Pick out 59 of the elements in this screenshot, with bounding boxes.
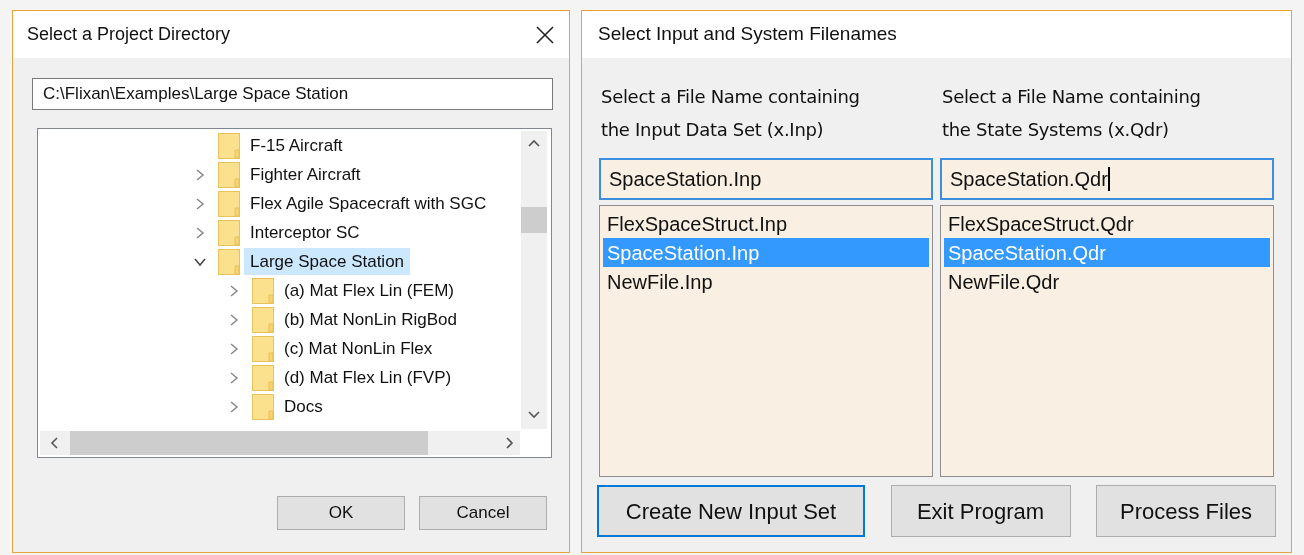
chevron-right-icon[interactable] [229, 370, 239, 385]
tree-item[interactable]: Interceptor SC [244, 219, 366, 246]
horizontal-scrollbar[interactable] [40, 431, 520, 455]
folder-icon [252, 364, 274, 391]
column-heading: Select a File Name containing the State Systems (x.Qdr) [941, 85, 1202, 142]
file-name-field[interactable]: SpaceStation.Inp [599, 158, 933, 200]
tree-item[interactable]: (d) Mat Flex Lin (FVP) [278, 364, 458, 391]
file-list[interactable]: FlexSpaceStruct.Inp SpaceStation.Inp NewFile.Inp [599, 205, 933, 477]
folder-icon [218, 219, 240, 246]
scrollbar-thumb[interactable] [521, 207, 547, 233]
action-button[interactable]: Create New Input Set [597, 485, 865, 537]
tree-item[interactable]: (b) Mat NonLin RigBod [278, 306, 463, 333]
path-field[interactable]: C:\Flixan\Examples\Large Space Station [32, 78, 553, 110]
scroll-up-icon[interactable] [528, 139, 540, 147]
file-list-item[interactable]: FlexSpaceStruct.Inp [603, 209, 929, 238]
tree-item[interactable]: (c) Mat NonLin Flex [278, 335, 439, 362]
dialog-button[interactable]: Cancel [419, 496, 547, 530]
chevron-right-icon[interactable] [229, 341, 239, 356]
chevron-right-icon[interactable] [229, 283, 239, 298]
folder-icon [252, 277, 274, 304]
tree-item[interactable]: F-15 Aircraft [244, 132, 349, 159]
dialog-button[interactable]: OK [277, 496, 405, 530]
scroll-down-icon[interactable] [528, 411, 540, 419]
window-title: Select a Project Directory [27, 23, 231, 46]
chevron-right-icon[interactable] [229, 399, 239, 414]
window-title: Select Input and System Filenames [598, 22, 897, 47]
folder-icon [218, 132, 240, 159]
folder-tree[interactable]: F-15 Aircraft Fighter Aircraft Flex Agile Spacecraft with SGC Interceptor SC Large Space Station (a) Mat Flex Lin (FEM) (b) Mat NonLin RigBod (c) Mat NonLin Flex (d) Mat Flex Lin (FVP) Docs [37, 128, 552, 458]
field-value: SpaceStation.Inp [609, 167, 762, 192]
tree-item[interactable]: (a) Mat Flex Lin (FEM) [278, 277, 461, 304]
folder-icon [252, 306, 274, 333]
column-heading: Select a File Name containing the Input Data Set (x.Inp) [600, 85, 861, 142]
file-list-item[interactable]: NewFile.Qdr [944, 267, 1270, 296]
tree-item[interactable]: Docs [278, 393, 329, 420]
close-icon[interactable] [535, 24, 555, 45]
folder-icon [252, 335, 274, 362]
chevron-right-icon[interactable] [229, 312, 239, 327]
file-list[interactable]: FlexSpaceStruct.Qdr SpaceStation.Qdr NewFile.Qdr [940, 205, 1274, 477]
action-button[interactable]: Exit Program [890, 485, 1071, 537]
folder-icon [218, 161, 240, 188]
tree-item[interactable]: Flex Agile Spacecraft with SGC [244, 190, 493, 217]
chevron-right-icon[interactable] [195, 196, 205, 211]
chevron-down-icon[interactable] [193, 256, 207, 267]
folder-icon [218, 248, 240, 275]
folder-icon [252, 393, 274, 420]
chevron-right-icon[interactable] [195, 225, 205, 240]
scroll-right-icon[interactable] [506, 437, 514, 449]
folder-icon [218, 190, 240, 217]
file-name-field[interactable]: SpaceStation.Qdr [940, 158, 1274, 200]
file-list-item[interactable]: FlexSpaceStruct.Qdr [944, 209, 1270, 238]
tree-item[interactable]: Large Space Station [244, 248, 411, 275]
scrollbar-thumb[interactable] [70, 431, 428, 455]
action-button[interactable]: Process Files [1096, 485, 1276, 537]
file-list-item[interactable]: NewFile.Inp [603, 267, 929, 296]
vertical-scrollbar[interactable] [521, 131, 547, 429]
field-value: SpaceStation.Qdr [950, 167, 1108, 192]
tree-item[interactable]: Fighter Aircraft [244, 161, 367, 188]
chevron-right-icon[interactable] [195, 167, 205, 182]
scroll-left-icon[interactable] [50, 437, 58, 449]
